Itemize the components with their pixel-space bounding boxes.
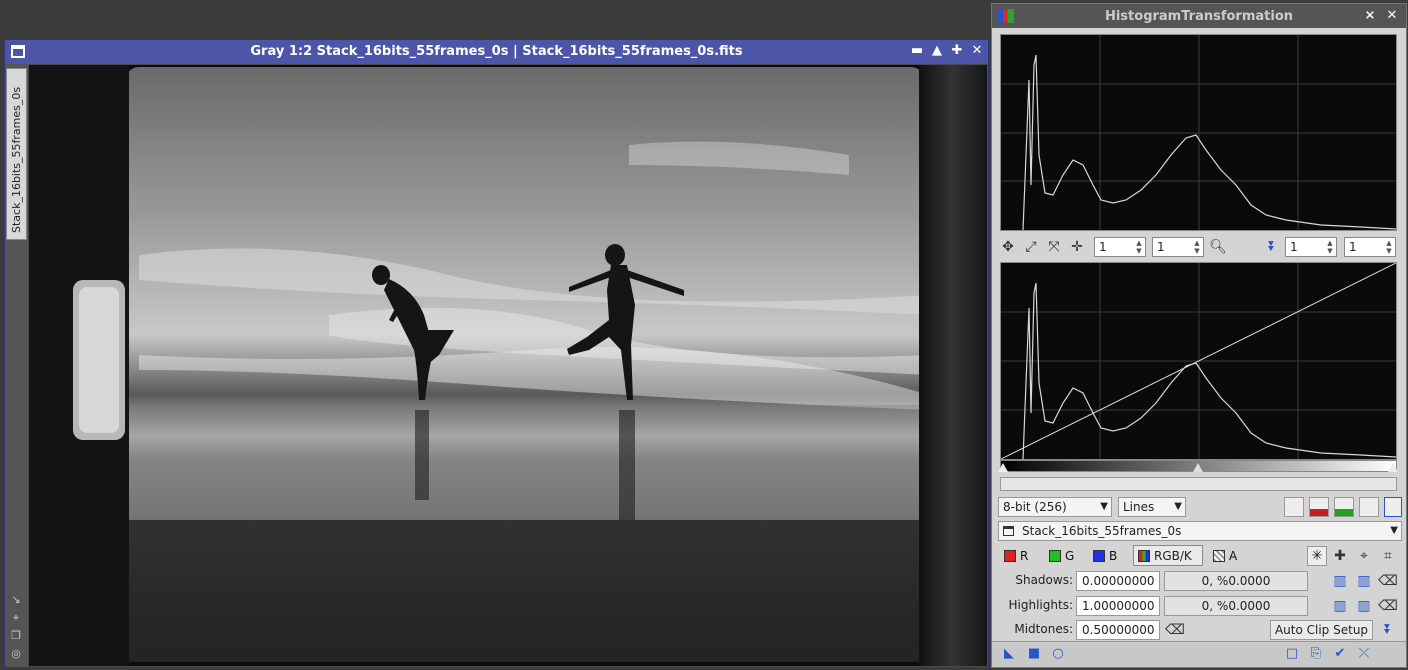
channel-r-label[interactable]: R	[1020, 549, 1028, 563]
beach-photo	[29, 65, 987, 666]
midtones-slider-handle[interactable]	[1193, 463, 1203, 472]
browse-documentation-icon[interactable]: □	[1285, 647, 1299, 661]
channel-r-swatch[interactable]	[1004, 550, 1016, 562]
show-output-histogram-icon[interactable]	[1334, 497, 1354, 517]
input-histogram-graph	[1001, 35, 1397, 231]
description-icon[interactable]: ⎘	[1309, 647, 1323, 661]
zoom-magnifier-icon[interactable]: 🔍︎	[1208, 237, 1228, 257]
output-histogram[interactable]	[1000, 262, 1397, 460]
reject-saturated-icon[interactable]	[1284, 497, 1304, 517]
histogram-transformation-panel[interactable]: HistogramTransformation ⨯ ✕ ✥ ⤢ ⤧ ✛ 1 ▲ ▼ …	[991, 3, 1407, 668]
show-transfer-curve-icon[interactable]	[1359, 497, 1379, 517]
auto-clip-setup-button[interactable]: Auto Clip Setup	[1270, 620, 1373, 640]
channel-rgbk-button[interactable]: RGB/K	[1133, 545, 1203, 566]
channel-a-label[interactable]: A	[1229, 549, 1237, 563]
channel-rgbk-label: RGB/K	[1154, 549, 1192, 563]
process-toolbar: ◣ ■ ○ □ ⎘ ✔ ⤫	[992, 641, 1406, 667]
image-sidebar: Stack_16bits_55frames_0s ↘ ⌖ ❐ ◎	[5, 64, 28, 667]
zoom-out-cross-icon[interactable]: ⌖	[1354, 546, 1374, 566]
output-preview-bar	[1000, 477, 1397, 491]
image-window-titlebar[interactable]: Gray 1:2 Stack_16bits_55frames_0s | Stac…	[5, 40, 988, 64]
zoom-pan-icon[interactable]: ✥	[998, 237, 1018, 257]
dropdown-arrow-icon: ▼	[1174, 501, 1182, 512]
spin-arrows-icon[interactable]: ▲ ▼	[1134, 239, 1144, 255]
dropdown-arrow-icon: ▼	[1100, 501, 1108, 512]
execute-icon[interactable]: ✔	[1333, 647, 1347, 661]
minimize-button[interactable]: ▲	[929, 43, 945, 59]
highlights-input[interactable]: 1.00000000	[1076, 596, 1160, 616]
zoom-all-icon[interactable]: ⤧	[1044, 237, 1064, 257]
reset-icon[interactable]: ⤫	[1357, 647, 1371, 661]
highlights-auto-clip-all-icon[interactable]: ▥	[1354, 596, 1374, 616]
expand-arrows-icon[interactable]: ⏬︎	[1378, 620, 1398, 640]
target-icon[interactable]: ◎	[10, 648, 22, 660]
midtones-reset-icon[interactable]: ⌫	[1165, 620, 1185, 640]
resolution-select[interactable]: 8-bit (256) ▼	[998, 497, 1112, 517]
image-id-tab-label: Stack_16bits_55frames_0s	[10, 86, 23, 233]
channel-g-label[interactable]: G	[1065, 549, 1074, 563]
zoom-in-cross-icon[interactable]: ✚	[1330, 546, 1350, 566]
shrink-icon[interactable]: ↘	[10, 594, 22, 606]
close-button[interactable]: ✕	[969, 43, 985, 59]
rgbk-swatch-icon	[1138, 550, 1150, 562]
show-input-histogram-icon[interactable]	[1309, 497, 1329, 517]
output-vertical-zoom-input[interactable]: 1 ▲ ▼	[1344, 237, 1396, 257]
view-selector[interactable]: Stack_16bits_55frames_0s ▼	[998, 521, 1402, 541]
channel-a-swatch[interactable]	[1213, 550, 1225, 562]
image-window-title: Gray 1:2 Stack_16bits_55frames_0s | Stac…	[250, 44, 743, 59]
spin-arrows-icon[interactable]: ▲ ▼	[1325, 239, 1335, 255]
clone-icon[interactable]: ❐	[10, 630, 22, 642]
image-id-tab[interactable]: Stack_16bits_55frames_0s	[6, 68, 27, 240]
panel-minimize-button[interactable]: ⨯	[1362, 8, 1378, 24]
shadows-auto-clip-icon[interactable]: ▥	[1330, 571, 1350, 591]
new-instance-icon[interactable]: ◣	[1002, 647, 1016, 661]
shadows-input[interactable]: 0.00000000	[1076, 571, 1160, 591]
image-window[interactable]: Gray 1:2 Stack_16bits_55frames_0s | Stac…	[4, 39, 989, 668]
shadows-auto-clip-all-icon[interactable]: ▥	[1354, 571, 1374, 591]
vertical-zoom-input[interactable]: 1 ▲ ▼	[1152, 237, 1204, 257]
panel-close-button[interactable]: ✕	[1384, 8, 1400, 24]
zoom-fit-icon[interactable]: ⤢	[1021, 237, 1041, 257]
graph-style-select[interactable]: Lines ▼	[1118, 497, 1186, 517]
histogram-panel-titlebar[interactable]: HistogramTransformation ⨯ ✕	[992, 4, 1406, 28]
real-time-preview-icon[interactable]: ○	[1051, 647, 1065, 661]
output-histogram-graph	[1000, 262, 1397, 460]
view-icon	[1003, 526, 1014, 536]
horizontal-zoom-input[interactable]: 1 ▲ ▼	[1094, 237, 1146, 257]
midtones-input[interactable]: 0.50000000	[1076, 620, 1160, 640]
show-grid-icon[interactable]	[1384, 497, 1402, 517]
image-canvas[interactable]	[29, 65, 987, 666]
shade-button[interactable]: ▬	[909, 43, 925, 59]
shadows-slider-handle[interactable]	[998, 463, 1008, 472]
channel-b-label[interactable]: B	[1109, 549, 1117, 563]
highlights-auto-clip-icon[interactable]: ▥	[1330, 596, 1350, 616]
highlights-label: Highlights:	[1008, 598, 1073, 612]
input-histogram[interactable]	[1000, 34, 1397, 231]
collapse-arrows-icon[interactable]: ⏬︎	[1262, 237, 1282, 257]
histogram-panel-title: HistogramTransformation	[1104, 9, 1294, 24]
fit-icon[interactable]: ⌖	[10, 612, 22, 624]
highlights-reset-icon[interactable]: ⌫	[1378, 596, 1398, 616]
reset-zoom-icon[interactable]: ⌗	[1378, 546, 1398, 566]
maximize-button[interactable]: ✚	[949, 43, 965, 59]
output-horizontal-zoom-input[interactable]: 1 ▲ ▼	[1285, 237, 1337, 257]
reset-all-icon[interactable]: ✳	[1307, 546, 1327, 566]
spin-arrows-icon[interactable]: ▲ ▼	[1192, 239, 1202, 255]
channel-g-swatch[interactable]	[1049, 550, 1061, 562]
midtones-label: Midtones:	[1014, 622, 1073, 636]
channel-b-swatch[interactable]	[1093, 550, 1105, 562]
highlights-clipping-readout: 0, %0.0000	[1164, 596, 1308, 616]
spin-arrows-icon[interactable]: ▲ ▼	[1384, 239, 1394, 255]
shadows-label: Shadows:	[1015, 573, 1073, 587]
shadows-reset-icon[interactable]: ⌫	[1378, 571, 1398, 591]
apply-global-icon[interactable]: ■	[1027, 647, 1041, 661]
highlights-slider-handle[interactable]	[1388, 463, 1398, 472]
move-icon[interactable]: ✛	[1067, 237, 1087, 257]
shadows-clipping-readout: 0, %0.0000	[1164, 571, 1308, 591]
dropdown-arrow-icon: ▼	[1390, 525, 1398, 536]
